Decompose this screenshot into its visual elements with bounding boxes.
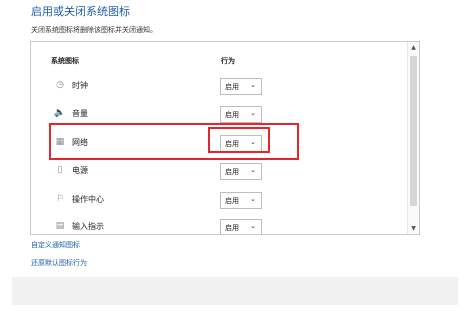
select-input-indicator[interactable]: 启用 ⌄ xyxy=(220,219,262,234)
page-subtitle: 关闭系统图标将删除该图标并关闭通知。 xyxy=(31,26,157,34)
select-value: 启用 xyxy=(225,83,239,91)
row-label-action-center: 操作中心 xyxy=(72,195,104,204)
customize-notification-icons-link[interactable]: 自定义通知图标 xyxy=(31,240,80,250)
select-clock[interactable]: 启用 ⌄ xyxy=(220,78,262,95)
column-header-icon: 系统图标 xyxy=(51,57,79,65)
volume-icon: 🔈 xyxy=(54,108,66,118)
row-label-volume: 音量 xyxy=(72,109,88,118)
chevron-down-icon: ⌄ xyxy=(250,222,256,230)
row-label-input-indicator: 输入指示 xyxy=(72,222,104,231)
select-value: 启用 xyxy=(225,168,239,176)
row-label-power: 电源 xyxy=(72,166,88,175)
chevron-down-icon: ⌄ xyxy=(250,166,256,174)
chevron-down-icon: ⌄ xyxy=(250,81,256,89)
flag-icon: ⚐ xyxy=(55,194,65,204)
page-title: 启用或关闭系统图标 xyxy=(31,5,130,18)
select-volume[interactable]: 启用 ⌄ xyxy=(220,106,262,123)
chevron-down-icon: ⌄ xyxy=(250,109,256,117)
scroll-up-icon[interactable]: ▲ xyxy=(408,44,419,51)
power-icon: ▯ xyxy=(57,165,63,175)
column-header-action: 行为 xyxy=(221,57,235,65)
select-value: 启用 xyxy=(225,197,239,205)
restore-default-icon-behavior-link[interactable]: 还原默认图标行为 xyxy=(31,258,87,268)
scroll-down-icon[interactable]: ▼ xyxy=(408,225,419,232)
select-power[interactable]: 启用 ⌄ xyxy=(220,163,262,180)
footer-bar xyxy=(12,277,458,305)
select-value: 启用 xyxy=(225,224,239,232)
scrollbar-thumb[interactable] xyxy=(410,56,417,206)
clock-icon: ◷ xyxy=(56,80,64,90)
network-select-highlight xyxy=(208,127,270,153)
select-action-center[interactable]: 启用 ⌄ xyxy=(220,192,262,209)
chevron-down-icon: ⌄ xyxy=(250,195,256,203)
select-value: 启用 xyxy=(225,111,239,119)
keyboard-icon: ▤ xyxy=(55,221,65,231)
row-label-clock: 时钟 xyxy=(72,81,88,90)
vertical-scrollbar[interactable]: ▲ ▼ xyxy=(407,42,419,234)
